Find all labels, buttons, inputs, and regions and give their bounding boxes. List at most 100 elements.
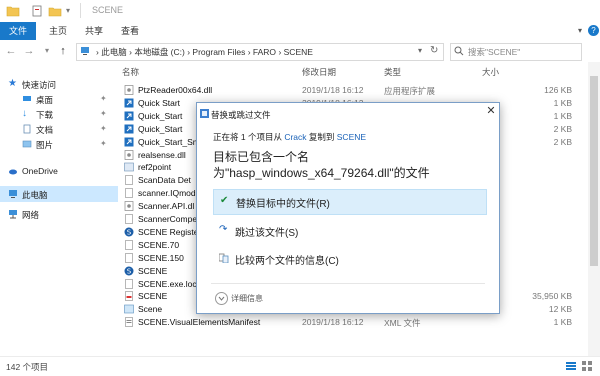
computer-icon <box>8 189 18 199</box>
pin-icon[interactable]: ✦ <box>100 110 108 118</box>
file-name: ScanData Det <box>138 175 191 186</box>
file-name: Quick_Start <box>138 110 183 121</box>
dll-icon <box>124 201 134 211</box>
column-headers: 名称 修改日期 类型 大小 <box>118 66 588 80</box>
refresh-icon[interactable]: ↻ <box>430 45 440 56</box>
breadcrumb[interactable]: › 此电脑 › 本地磁盘 (C:) › Program Files › FARO… <box>96 46 313 58</box>
title-bar: ▾ SCENE <box>0 0 600 23</box>
shortcut-icon <box>124 111 134 121</box>
breadcrumb-scene[interactable]: SCENE <box>284 47 313 57</box>
copy-text-middle: 复制到 <box>306 132 337 142</box>
compare-option[interactable]: 比较两个文件的信息(C) <box>213 247 485 271</box>
scene-icon: S <box>124 266 134 276</box>
address-dropdown-icon[interactable]: ▾ <box>418 46 428 56</box>
file-size: 1 KB <box>553 317 572 328</box>
tab-share[interactable]: 共享 <box>80 22 108 40</box>
nav-downloads[interactable]: ↓ 下载 ✦ <box>0 108 118 122</box>
breadcrumb-local-disk[interactable]: 本地磁盘 (C:) <box>134 47 185 57</box>
app-icon <box>124 162 134 172</box>
nav-desktop[interactable]: 桌面 ✦ <box>0 93 118 107</box>
file-size: 1 KB <box>553 110 572 121</box>
column-header-date[interactable]: 修改日期 <box>302 66 336 78</box>
nav-pictures[interactable]: 图片 ✦ <box>0 138 118 152</box>
details-view-icon[interactable] <box>566 361 576 371</box>
tab-file[interactable]: 文件 <box>0 22 36 40</box>
scrollbar-thumb[interactable] <box>590 76 598 266</box>
dialog-title: 替换或跳过文件 <box>211 110 271 120</box>
option-label: 比较两个文件的信息(C) <box>235 256 339 267</box>
customize-chevron-icon[interactable]: ▾ <box>66 6 76 16</box>
chevron-down-icon[interactable] <box>215 292 228 305</box>
properties-icon[interactable] <box>30 4 44 18</box>
column-header-name[interactable]: 名称 <box>122 66 139 78</box>
file-type: XML 文件 <box>384 318 421 329</box>
replace-option[interactable]: ✔ 替换目标中的文件(R) <box>213 189 487 215</box>
nav-label: OneDrive <box>22 166 58 176</box>
nav-quick-access[interactable]: ★ 快速访问 <box>0 78 118 92</box>
details-toggle[interactable]: 详细信息 <box>231 293 263 304</box>
title-divider <box>80 3 81 18</box>
desktop-icon <box>22 94 32 104</box>
window-title: SCENE <box>92 5 124 15</box>
close-icon[interactable]: ✕ <box>485 105 497 117</box>
file-name: PtzReader00x64.dll <box>138 85 213 95</box>
nav-label: 桌面 <box>36 95 54 105</box>
shortcut-icon <box>124 98 134 108</box>
file-size: 35,950 KB <box>532 291 572 302</box>
option-label: 跳过该文件(S) <box>235 228 299 239</box>
check-icon: ✔ <box>220 195 229 206</box>
file-name: Quick_Start_Sm <box>138 136 200 147</box>
file-size: 12 KB <box>548 304 572 315</box>
new-folder-icon[interactable] <box>48 4 62 18</box>
pin-icon[interactable]: ✦ <box>100 140 108 148</box>
file-name: SCENE <box>138 291 168 302</box>
status-bar: 142 个项目 <box>0 356 600 376</box>
file-size: 2 KB <box>553 136 572 147</box>
nav-this-pc[interactable]: 此电脑 <box>0 186 118 202</box>
nav-documents[interactable]: 文档 ✦ <box>0 123 118 137</box>
file-icon <box>124 175 134 186</box>
file-name: SCENE.70 <box>138 239 180 250</box>
expand-ribbon-icon[interactable]: ▾ <box>578 26 588 36</box>
file-name: SCENE.150 <box>138 252 184 263</box>
copy-text-prefix: 正在将 1 个项目从 <box>213 132 285 142</box>
file-name: Quick_Start <box>138 123 183 134</box>
dll-icon <box>124 149 134 160</box>
breadcrumb-this-pc[interactable]: 此电脑 <box>101 47 127 57</box>
tab-home[interactable]: 主页 <box>44 22 72 40</box>
column-header-size[interactable]: 大小 <box>482 66 499 78</box>
large-icons-view-icon[interactable] <box>582 361 592 371</box>
file-icon <box>124 252 134 263</box>
nav-onedrive[interactable]: OneDrive <box>0 165 118 179</box>
option-label: 替换目标中的文件(R) <box>236 199 330 210</box>
shortcut-icon <box>124 124 134 134</box>
file-name: Quick Start <box>138 97 181 108</box>
file-date: 2019/1/18 16:12 <box>302 317 364 328</box>
destination-folder-link[interactable]: SCENE <box>337 132 366 142</box>
tab-view[interactable]: 查看 <box>116 22 144 40</box>
nav-network[interactable]: 网络 <box>0 208 118 222</box>
download-icon: ↓ <box>22 108 27 119</box>
file-row[interactable]: SCENE.VisualElementsManifest 2019/1/18 16… <box>122 316 582 329</box>
copy-progress-text: 正在将 1 个项目从 Crack 复制到 SCENE <box>213 131 366 143</box>
breadcrumb-program-files[interactable]: Program Files <box>192 47 245 57</box>
back-arrow-icon[interactable]: ← <box>4 44 18 58</box>
file-name: ScannerCompe <box>138 214 198 224</box>
file-size: 2 KB <box>553 123 572 134</box>
up-arrow-icon[interactable]: ↑ <box>56 44 70 58</box>
column-header-type[interactable]: 类型 <box>384 66 401 78</box>
recent-locations-icon[interactable]: ▾ <box>40 44 54 58</box>
skip-option[interactable]: ↷ 跳过该文件(S) <box>213 219 485 243</box>
file-row[interactable]: PtzReader00x64.dll 2019/1/18 16:12 应用程序扩展 1… <box>122 84 582 97</box>
folder-icon <box>6 4 20 18</box>
forward-arrow-icon[interactable]: → <box>22 44 36 58</box>
search-placeholder: 搜索"SCENE" <box>468 47 521 57</box>
source-folder-link[interactable]: Crack <box>284 132 306 142</box>
nav-label: 网络 <box>22 210 40 220</box>
pin-icon[interactable]: ✦ <box>100 125 108 133</box>
pin-icon[interactable]: ✦ <box>100 95 108 103</box>
file-name: Scene <box>138 304 163 315</box>
help-icon[interactable]: ? <box>588 25 599 36</box>
shortcut-icon <box>124 137 134 147</box>
breadcrumb-faro[interactable]: FARO <box>253 47 276 57</box>
